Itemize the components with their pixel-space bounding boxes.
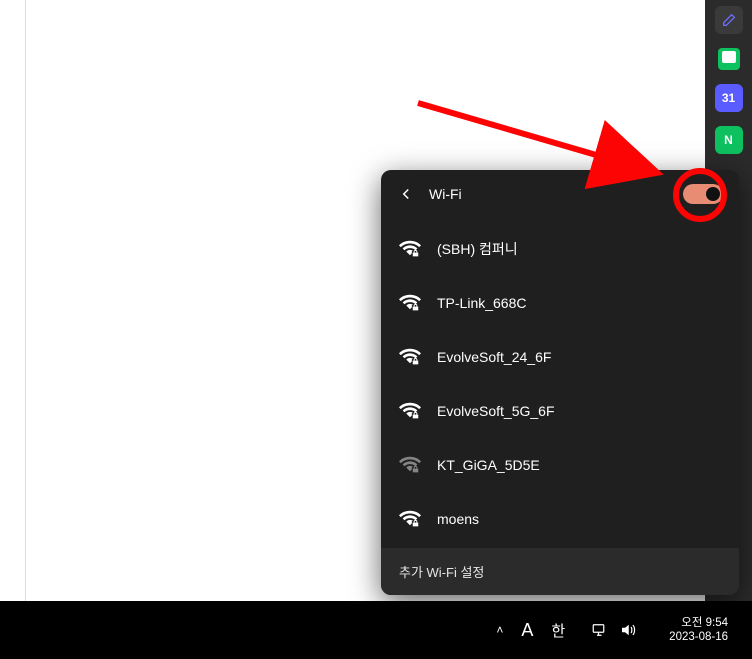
calendar-label: 31 (722, 91, 735, 105)
naver-label: N (724, 133, 733, 147)
network-volume-button[interactable] (583, 606, 645, 654)
clock-date: 2023-08-16 (669, 630, 728, 644)
back-icon[interactable] (397, 185, 415, 203)
calendar-31-icon[interactable]: 31 (715, 84, 743, 112)
wifi-secure-icon (399, 346, 421, 368)
volume-icon (619, 621, 637, 639)
taskbar: ˄ A 한 오전 9:54 2023-08-16 (0, 601, 752, 659)
clock-time: 오전 9:54 (681, 616, 728, 630)
wifi-secure-icon (399, 292, 421, 314)
wifi-secure-weak-icon (399, 454, 421, 476)
wifi-network-name: EvolveSoft_24_6F (437, 349, 551, 365)
network-icon (591, 621, 609, 639)
wifi-network-list: (SBH) 컴퍼니 TP-Link_668C EvolveSoft_24_6F … (381, 220, 739, 548)
wifi-network-item[interactable]: EvolveSoft_5G_6F (381, 384, 739, 438)
wifi-secure-icon (399, 508, 421, 530)
wifi-network-item[interactable]: EvolveSoft_24_6F (381, 330, 739, 384)
wifi-network-name: (SBH) 컴퍼니 (437, 239, 518, 259)
compose-icon[interactable] (715, 6, 743, 34)
language-indicator[interactable]: 한 (551, 610, 565, 650)
chevron-up-icon: ˄ (496, 623, 503, 637)
wifi-panel: Wi-Fi (SBH) 컴퍼니 TP-Link_668C EvolveSoft_… (381, 170, 739, 595)
wifi-network-name: EvolveSoft_5G_6F (437, 403, 555, 419)
ime-mode-indicator[interactable]: A (521, 610, 533, 650)
wifi-network-item[interactable]: KT_GiGA_5D5E (381, 438, 739, 492)
wifi-network-name: KT_GiGA_5D5E (437, 457, 540, 473)
tray-overflow-icon[interactable]: ˄ (496, 610, 503, 650)
wifi-more-settings-label: 추가 Wi-Fi 설정 (399, 565, 484, 580)
wifi-network-item[interactable]: moens (381, 492, 739, 546)
naver-icon-1[interactable] (718, 48, 740, 70)
wifi-more-settings[interactable]: 추가 Wi-Fi 설정 (381, 548, 739, 595)
wifi-toggle[interactable] (683, 184, 723, 204)
wifi-network-item[interactable]: (SBH) 컴퍼니 (381, 222, 739, 276)
wifi-secure-icon (399, 238, 421, 260)
system-tray: ˄ A 한 오전 9:54 2023-08-16 (496, 606, 746, 654)
taskbar-clock[interactable]: 오전 9:54 2023-08-16 (663, 610, 734, 650)
wifi-network-item[interactable]: TP-Link_668C (381, 276, 739, 330)
wifi-toggle-knob (706, 187, 720, 201)
wifi-network-name: moens (437, 511, 479, 527)
language-label: 한 (551, 620, 565, 641)
wifi-secure-icon (399, 400, 421, 422)
wifi-title: Wi-Fi (429, 186, 683, 202)
naver-icon-2[interactable]: N (715, 126, 743, 154)
wifi-network-name: TP-Link_668C (437, 295, 527, 311)
ime-letter: A (521, 620, 533, 641)
